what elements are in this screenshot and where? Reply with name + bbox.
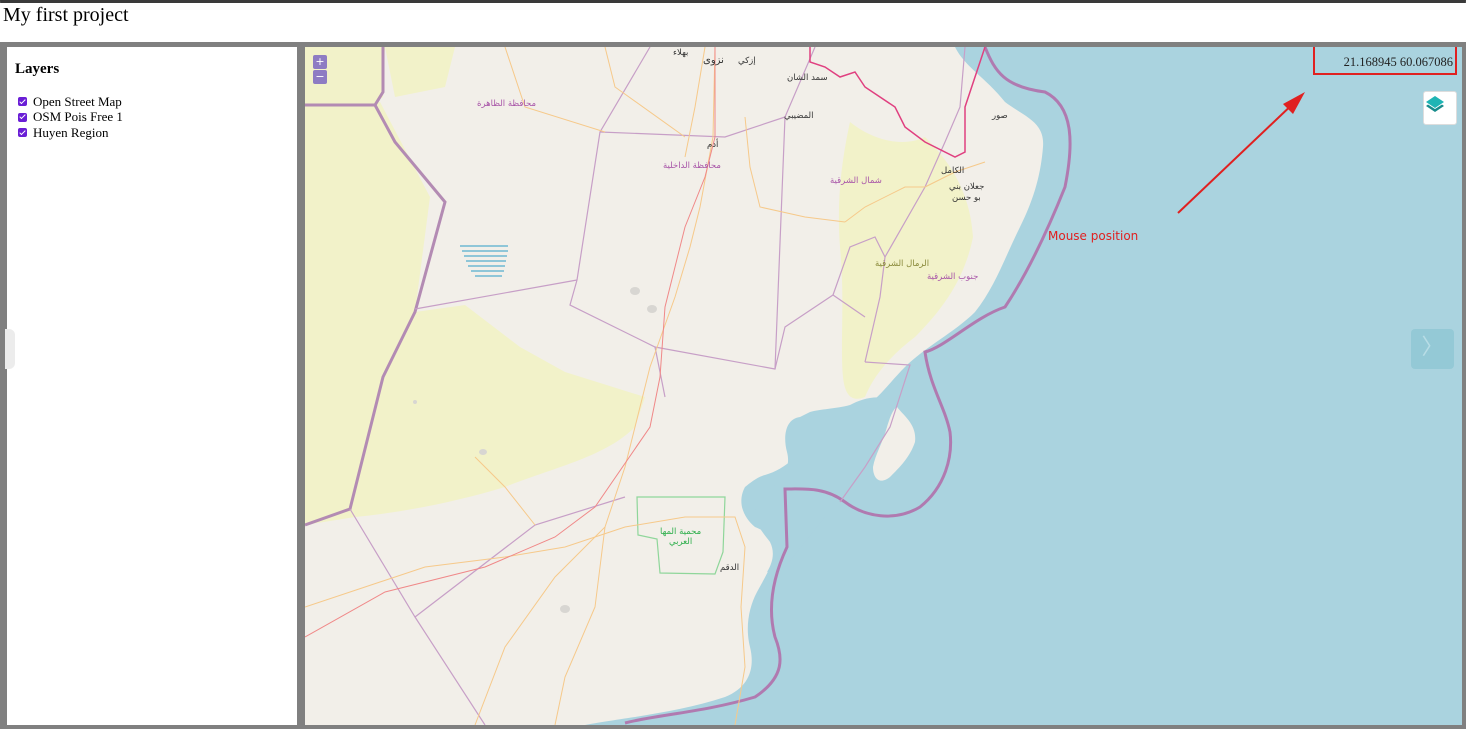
place-label: محافظة الظاهرة <box>477 99 536 109</box>
place-label: جعلان بني <box>949 182 984 192</box>
layer-label: OSM Pois Free 1 <box>33 109 123 125</box>
place-label: محمية المها <box>660 527 701 537</box>
place-label: بو حسن <box>952 193 981 203</box>
layer-checkbox[interactable] <box>18 97 27 107</box>
map-view[interactable]: بهلاء نزوى إزكي سمد الشان محافظة الظاهرة… <box>305 47 1462 725</box>
layer-checkbox[interactable] <box>18 112 27 122</box>
layers-panel: Layers Open Street Map OSM Pois Free 1 H… <box>7 47 297 725</box>
layer-label: Open Street Map <box>33 93 122 109</box>
layer-list: Open Street Map OSM Pois Free 1 Huyen Re… <box>18 94 123 141</box>
place-label: سمد الشان <box>787 73 828 83</box>
place-label: محافظة الداخلية <box>663 161 721 171</box>
map-canvas: بهلاء نزوى إزكي سمد الشان محافظة الظاهرة… <box>305 47 1305 725</box>
place-label: العربي <box>669 537 692 547</box>
layer-item-osm-pois[interactable]: OSM Pois Free 1 <box>18 109 123 126</box>
zoom-in-button[interactable]: + <box>313 55 327 69</box>
layer-checkbox[interactable] <box>18 128 27 138</box>
place-label: المضيبي <box>784 111 813 121</box>
place-label: إزكي <box>738 56 756 66</box>
place-label: صور <box>991 111 1008 121</box>
header: My first project <box>0 3 1466 42</box>
next-arrow-button[interactable]: 〉 <box>1411 329 1454 369</box>
place-label: شمال الشرقية <box>830 176 882 186</box>
layers-icon <box>1426 96 1444 112</box>
layers-switcher-button[interactable] <box>1423 91 1457 125</box>
place-label: نزوى <box>703 55 724 66</box>
place-label: الكامل <box>941 166 964 176</box>
mouse-position-annotation: Mouse position <box>1048 229 1139 243</box>
layer-item-huyen-region[interactable]: Huyen Region <box>18 125 123 141</box>
mouse-position-readout: 21.168945 60.067086 <box>1343 55 1453 69</box>
mouse-position-box: 21.168945 60.067086 <box>1313 47 1457 75</box>
sidebar-collapse-handle[interactable] <box>5 329 15 369</box>
annotation-arrow <box>1177 98 1299 214</box>
layers-title: Layers <box>15 61 60 77</box>
zoom-out-button[interactable]: − <box>313 70 327 84</box>
place-label: الرمال الشرقية <box>875 259 929 269</box>
place-label: أدم <box>707 138 718 150</box>
place-label: جنوب الشرقية <box>927 272 978 282</box>
layer-item-open-street-map[interactable]: Open Street Map <box>18 94 123 110</box>
app-title: My first project <box>3 4 129 26</box>
zoom-controls: + − <box>313 55 327 85</box>
place-label: الدقم <box>720 563 739 573</box>
place-label: بهلاء <box>673 48 688 58</box>
layer-label: Huyen Region <box>33 124 109 140</box>
